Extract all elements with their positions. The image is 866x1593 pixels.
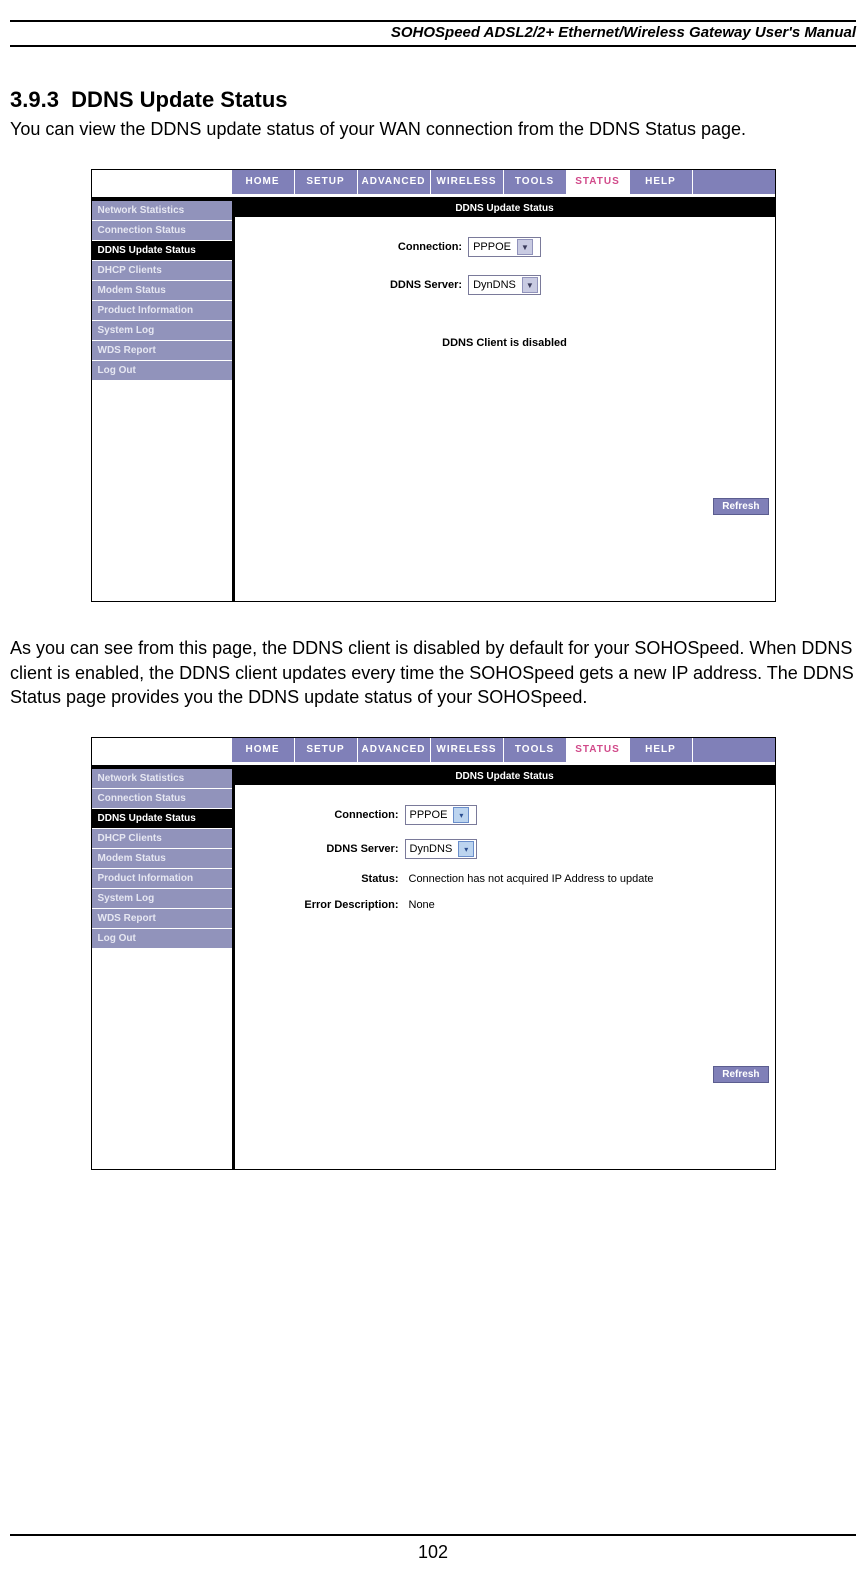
ddns-server-label: DDNS Server: [245, 843, 405, 855]
tab-advanced[interactable]: ADVANCED [358, 170, 431, 194]
sidebar-item-log-out[interactable]: Log Out [92, 929, 232, 949]
tab-wireless[interactable]: WIRELESS [431, 170, 504, 194]
page-number: 102 [418, 1542, 448, 1562]
connection-select[interactable]: PPPOE ▾ [405, 805, 478, 825]
sidebar-item-ddns-update-status[interactable]: DDNS Update Status [92, 241, 232, 261]
tab-advanced[interactable]: ADVANCED [358, 738, 431, 762]
connection-value: PPPOE [410, 809, 454, 821]
paragraph-2: As you can see from this page, the DDNS … [10, 636, 856, 709]
tab-home[interactable]: HOME [232, 738, 295, 762]
sidebar-item-log-out[interactable]: Log Out [92, 361, 232, 381]
chevron-down-icon: ▾ [458, 841, 474, 857]
sidebar-item-connection-status[interactable]: Connection Status [92, 789, 232, 809]
connection-label: Connection: [245, 241, 469, 253]
error-description-value: None [405, 899, 765, 911]
sidebar-item-network-statistics[interactable]: Network Statistics [92, 201, 232, 221]
sidebar-item-connection-status[interactable]: Connection Status [92, 221, 232, 241]
chevron-down-icon: ▾ [453, 807, 469, 823]
connection-label: Connection: [245, 809, 405, 821]
screenshot-ddns-disabled: HOME SETUP ADVANCED WIRELESS TOOLS STATU… [91, 169, 776, 602]
section-number: 3.9.3 [10, 87, 59, 112]
tab-setup[interactable]: SETUP [295, 170, 358, 194]
error-description-label: Error Description: [245, 899, 405, 911]
panel-title: DDNS Update Status [235, 201, 775, 217]
sidebar-item-dhcp-clients[interactable]: DHCP Clients [92, 829, 232, 849]
refresh-button[interactable]: Refresh [713, 498, 768, 515]
tab-tools[interactable]: TOOLS [504, 738, 567, 762]
section-heading: 3.9.3 DDNS Update Status [10, 87, 856, 113]
chevron-down-icon: ▼ [517, 239, 533, 255]
sidebar-item-wds-report[interactable]: WDS Report [92, 909, 232, 929]
sidebar-item-system-log[interactable]: System Log [92, 321, 232, 341]
refresh-button[interactable]: Refresh [713, 1066, 768, 1083]
intro-paragraph: You can view the DDNS update status of y… [10, 117, 856, 141]
panel-title: DDNS Update Status [235, 769, 775, 785]
tab-home[interactable]: HOME [232, 170, 295, 194]
sidebar-item-dhcp-clients[interactable]: DHCP Clients [92, 261, 232, 281]
sidebar-item-system-log[interactable]: System Log [92, 889, 232, 909]
manual-title: SOHOSpeed ADSL2/2+ Ethernet/Wireless Gat… [10, 24, 856, 47]
ddns-server-select[interactable]: DynDNS ▼ [468, 275, 541, 295]
tab-wireless[interactable]: WIRELESS [431, 738, 504, 762]
ddns-server-label: DDNS Server: [245, 279, 469, 291]
tab-help[interactable]: HELP [630, 738, 693, 762]
sidebar-item-network-statistics[interactable]: Network Statistics [92, 769, 232, 789]
tab-help[interactable]: HELP [630, 170, 693, 194]
connection-select[interactable]: PPPOE ▼ [468, 237, 541, 257]
sidebar-item-modem-status[interactable]: Modem Status [92, 849, 232, 869]
tab-setup[interactable]: SETUP [295, 738, 358, 762]
chevron-down-icon: ▼ [522, 277, 538, 293]
sidebar-item-wds-report[interactable]: WDS Report [92, 341, 232, 361]
tab-status[interactable]: STATUS [567, 738, 630, 762]
tab-status[interactable]: STATUS [567, 170, 630, 194]
sidebar-item-product-information[interactable]: Product Information [92, 869, 232, 889]
ddns-server-select[interactable]: DynDNS ▾ [405, 839, 478, 859]
screenshot-ddns-enabled: HOME SETUP ADVANCED WIRELESS TOOLS STATU… [91, 737, 776, 1170]
ddns-server-value: DynDNS [410, 843, 459, 855]
sidebar-item-product-information[interactable]: Product Information [92, 301, 232, 321]
section-title: DDNS Update Status [71, 87, 287, 112]
tab-tools[interactable]: TOOLS [504, 170, 567, 194]
connection-value: PPPOE [473, 241, 517, 253]
status-value: Connection has not acquired IP Address t… [405, 873, 765, 885]
sidebar-item-modem-status[interactable]: Modem Status [92, 281, 232, 301]
ddns-disabled-message: DDNS Client is disabled [245, 325, 765, 409]
status-label: Status: [245, 873, 405, 885]
sidebar-item-ddns-update-status[interactable]: DDNS Update Status [92, 809, 232, 829]
ddns-server-value: DynDNS [473, 279, 522, 291]
